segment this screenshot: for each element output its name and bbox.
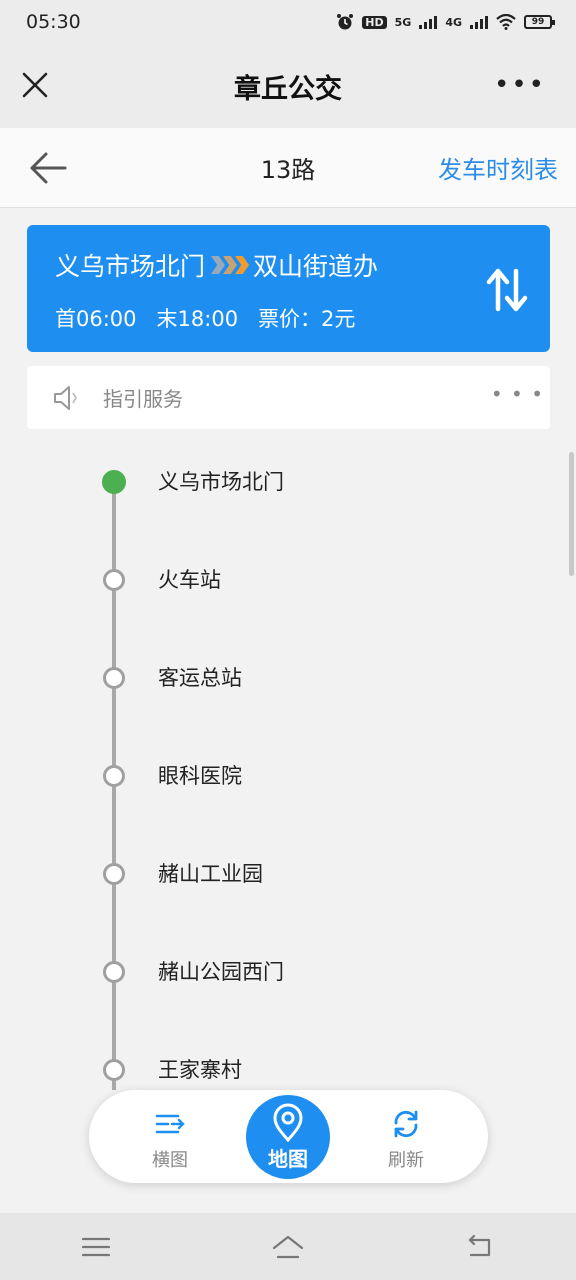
- stop-name: 眼科医院: [158, 764, 242, 788]
- stop-item[interactable]: 义乌市场北门: [0, 464, 576, 504]
- route-name: 13路: [260, 156, 316, 184]
- net-5g-label: 5G: [394, 15, 412, 29]
- home-icon[interactable]: [271, 1232, 305, 1262]
- stop-name: 王家寨村: [158, 1058, 242, 1082]
- schedule-link[interactable]: 发车时刻表: [438, 150, 558, 185]
- stop-item[interactable]: 赭山公园西门: [0, 954, 576, 994]
- stop-item[interactable]: 眼科医院: [0, 758, 576, 798]
- close-icon[interactable]: [20, 70, 50, 100]
- back-arrow-icon[interactable]: [28, 150, 68, 186]
- signal-5g-icon: [419, 15, 438, 29]
- refresh-icon: [394, 1110, 418, 1138]
- stop-name: 火车站: [158, 568, 221, 592]
- status-icons: HD 5G 4G 99: [336, 13, 555, 31]
- horizontal-map-icon: [155, 1114, 185, 1134]
- stop-item[interactable]: 火车站: [0, 562, 576, 602]
- stop-dot: [103, 1059, 125, 1081]
- system-navigation-bar: [0, 1213, 576, 1280]
- signal-4g-icon: [470, 15, 488, 29]
- app-title-bar: 章丘公交 •••: [0, 44, 576, 128]
- status-bar: 05:30 HD 5G 4G 99: [0, 0, 576, 44]
- map-pin-icon: [273, 1103, 303, 1143]
- stop-dot: [103, 667, 125, 689]
- stop-dot: [103, 961, 125, 983]
- first-bus-time: 首06:00: [55, 307, 137, 331]
- swap-direction-icon[interactable]: [484, 265, 530, 315]
- more-menu-icon[interactable]: •••: [494, 72, 546, 98]
- refresh-label: 刷新: [388, 1150, 424, 1171]
- guide-service-label: 指引服务: [103, 387, 183, 411]
- speaker-icon: [54, 385, 77, 410]
- stop-item[interactable]: 王家寨村: [0, 1052, 576, 1090]
- destination-stop: 双山街道办: [253, 252, 379, 281]
- map-view-label: 地图: [268, 1147, 308, 1171]
- hd-badge: HD: [362, 15, 387, 29]
- stop-name: 赭山公园西门: [158, 960, 284, 984]
- battery-icon: 99: [524, 15, 555, 29]
- fare-info: 票价：2元: [258, 307, 356, 331]
- start-stop-dot: [102, 470, 126, 494]
- stop-name: 义乌市场北门: [158, 470, 284, 494]
- battery-level: 99: [531, 17, 545, 27]
- floating-action-bar: 横图 地图 刷新: [89, 1090, 488, 1183]
- route-times: 首06:00 末18:00 票价：2元: [55, 303, 550, 333]
- origin-stop: 义乌市场北门: [55, 252, 206, 281]
- stop-dot: [103, 569, 125, 591]
- route-info-card: 义乌市场北门 双山街道办 首06:00 末18:00 票价：2元: [27, 225, 550, 352]
- guide-service-bar[interactable]: 指引服务 • • •: [27, 366, 550, 429]
- route-direction: 义乌市场北门 双山街道办: [55, 247, 550, 283]
- net-4g-label: 4G: [445, 15, 462, 29]
- status-time: 05:30: [26, 11, 81, 33]
- map-view-button[interactable]: 地图: [246, 1095, 330, 1179]
- stop-item[interactable]: 赭山工业园: [0, 856, 576, 896]
- direction-chevrons-icon: [211, 256, 250, 274]
- scrollbar[interactable]: [569, 452, 574, 576]
- back-icon[interactable]: [463, 1232, 497, 1262]
- horizontal-view-label: 横图: [152, 1150, 188, 1171]
- stop-list: 义乌市场北门 火车站 客运总站 眼科医院 赭山工业园 赭山公园西门 王家寨村: [0, 440, 576, 1090]
- wifi-icon: [496, 14, 516, 30]
- horizontal-view-button[interactable]: 横图: [125, 1108, 215, 1172]
- menu-icon[interactable]: [79, 1232, 113, 1262]
- stop-name: 客运总站: [158, 666, 242, 690]
- stop-item[interactable]: 客运总站: [0, 660, 576, 700]
- stop-dot: [103, 863, 125, 885]
- refresh-button[interactable]: 刷新: [361, 1108, 451, 1172]
- stop-name: 赭山工业园: [158, 862, 263, 886]
- alarm-icon: [337, 14, 354, 30]
- guide-more-icon[interactable]: • • •: [491, 382, 544, 406]
- last-bus-time: 末18:00: [156, 307, 239, 331]
- route-nav-bar: 13路 发车时刻表: [0, 128, 576, 208]
- app-title: 章丘公交: [234, 73, 342, 105]
- stop-dot: [103, 765, 125, 787]
